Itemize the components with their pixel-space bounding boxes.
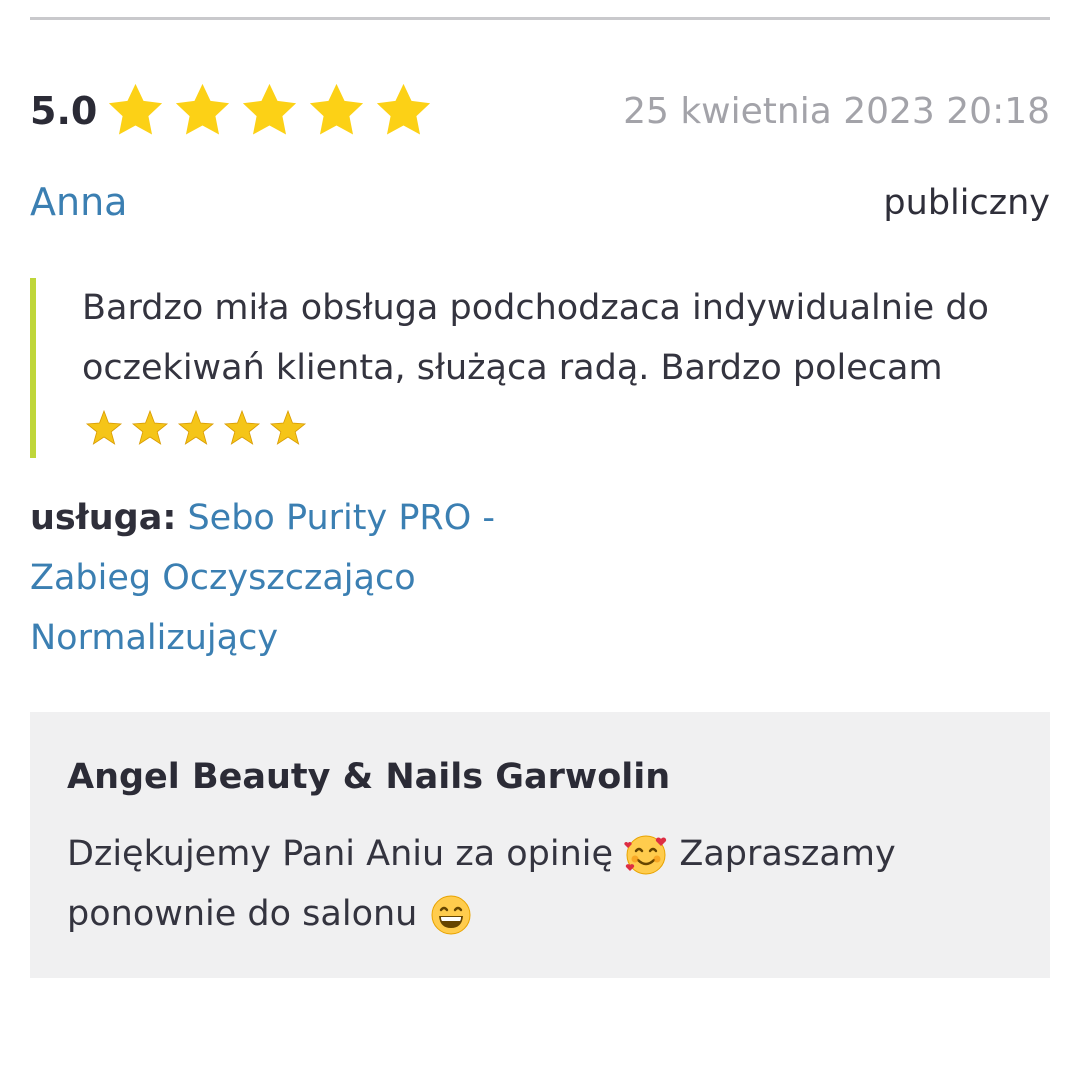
star-icon [376, 83, 431, 135]
grinning-face-icon [431, 895, 470, 935]
service-info: usługa: Sebo Purity PRO - Zabieg Oczyszc… [30, 488, 550, 668]
review-text: Bardzo miła obsługa podchodzaca indywidu… [82, 288, 989, 388]
reply-business-name: Angel Beauty & Nails Garwolin [67, 757, 671, 797]
service-label: usługa: [30, 498, 177, 538]
business-reply: Angel Beauty & Nails Garwolin Dziękujemy… [30, 712, 1050, 978]
reply-text-container: Dziękujemy Pani Aniu za opinię Zapraszam… [67, 824, 1027, 944]
top-divider [30, 17, 1050, 20]
star-sparkle-icon [85, 409, 307, 445]
author-row: Anna publiczny [30, 178, 1050, 228]
smiling-face-with-hearts-icon [624, 835, 667, 875]
reply-text-part1: Dziękujemy Pani Aniu za opinię [67, 834, 614, 874]
review-date: 25 kwietnia 2023 20:18 [623, 91, 1050, 132]
star-icon [175, 83, 230, 135]
star-rating [104, 80, 435, 142]
visibility-status: publiczny [883, 183, 1050, 223]
review-text-container: Bardzo miła obsługa podchodzaca indywidu… [82, 278, 1042, 458]
review-author[interactable]: Anna [30, 178, 127, 226]
rating-value: 5.0 [30, 89, 98, 133]
star-icon [108, 83, 163, 135]
star-icon [242, 83, 297, 135]
review-body: Bardzo miła obsługa podchodzaca indywidu… [30, 278, 1046, 458]
star-icon [309, 83, 364, 135]
rating-row: 5.0 25 kwietnia 2023 20:18 [30, 80, 1050, 142]
